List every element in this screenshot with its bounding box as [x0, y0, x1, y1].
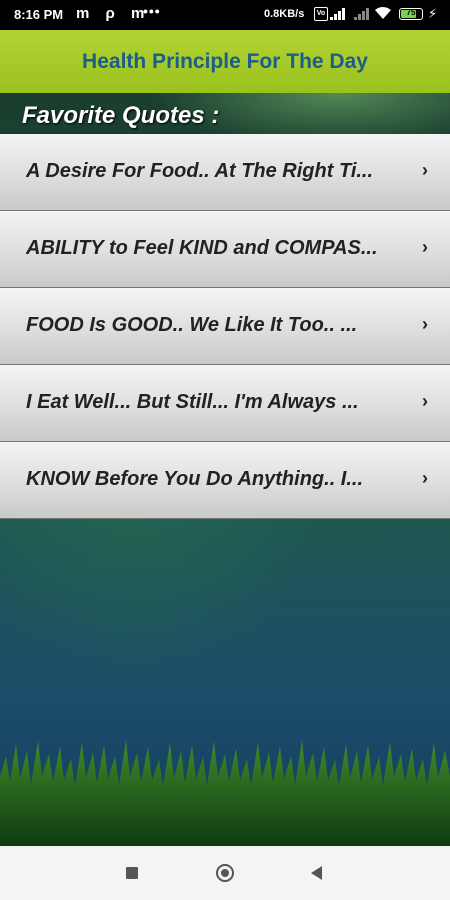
volte-icon: Vo: [314, 7, 328, 21]
chevron-right-icon: ›: [422, 468, 428, 488]
wifi-icon: [375, 7, 391, 19]
notification-icons: m ρ m: [76, 5, 151, 22]
home-icon[interactable]: [216, 864, 234, 882]
quote-item-3[interactable]: FOOD Is GOOD.. We Like It Too.. ... ›: [0, 288, 450, 365]
chevron-right-icon: ›: [422, 314, 428, 334]
battery-level: 75: [406, 8, 416, 17]
status-time: 8:16 PM: [14, 7, 64, 22]
signal-icon: [330, 8, 345, 20]
network-speed: 0.8KB/s: [264, 8, 305, 20]
quote-text: KNOW Before You Do Anything.. I...: [26, 468, 364, 490]
quotes-list: A Desire For Food.. At The Right Ti... ›…: [0, 134, 450, 519]
system-nav-bar: [0, 846, 450, 900]
quote-item-1[interactable]: A Desire For Food.. At The Right Ti... ›: [0, 134, 450, 211]
app-header: Health Principle For The Day: [0, 30, 450, 93]
status-bar: 8:16 PM m ρ m ••• 0.8KB/s Vo 75 ⚡: [0, 0, 450, 30]
chevron-right-icon: ›: [422, 160, 428, 180]
app-title: Health Principle For The Day: [82, 49, 368, 73]
chevron-right-icon: ›: [422, 237, 428, 257]
charging-icon: ⚡: [428, 6, 438, 21]
quote-text: A Desire For Food.. At The Right Ti...: [26, 160, 374, 182]
battery-icon: 75: [399, 8, 423, 20]
quote-text: ABILITY to Feel KIND and COMPAS...: [26, 237, 378, 259]
quote-text: FOOD Is GOOD.. We Like It Too.. ...: [26, 314, 358, 336]
more-notifications-icon: •••: [143, 3, 161, 19]
quote-item-5[interactable]: KNOW Before You Do Anything.. I... ›: [0, 442, 450, 519]
back-icon[interactable]: [311, 866, 322, 880]
signal-2-icon: [354, 8, 369, 20]
recent-apps-icon[interactable]: [126, 867, 138, 879]
quote-item-2[interactable]: ABILITY to Feel KIND and COMPAS... ›: [0, 211, 450, 288]
chevron-right-icon: ›: [422, 391, 428, 411]
quote-item-4[interactable]: I Eat Well... But Still... I'm Always ..…: [0, 365, 450, 442]
favorite-quotes-heading: Favorite Quotes :: [22, 102, 220, 129]
grass-image: [0, 740, 450, 846]
quote-text: I Eat Well... But Still... I'm Always ..…: [26, 391, 359, 413]
